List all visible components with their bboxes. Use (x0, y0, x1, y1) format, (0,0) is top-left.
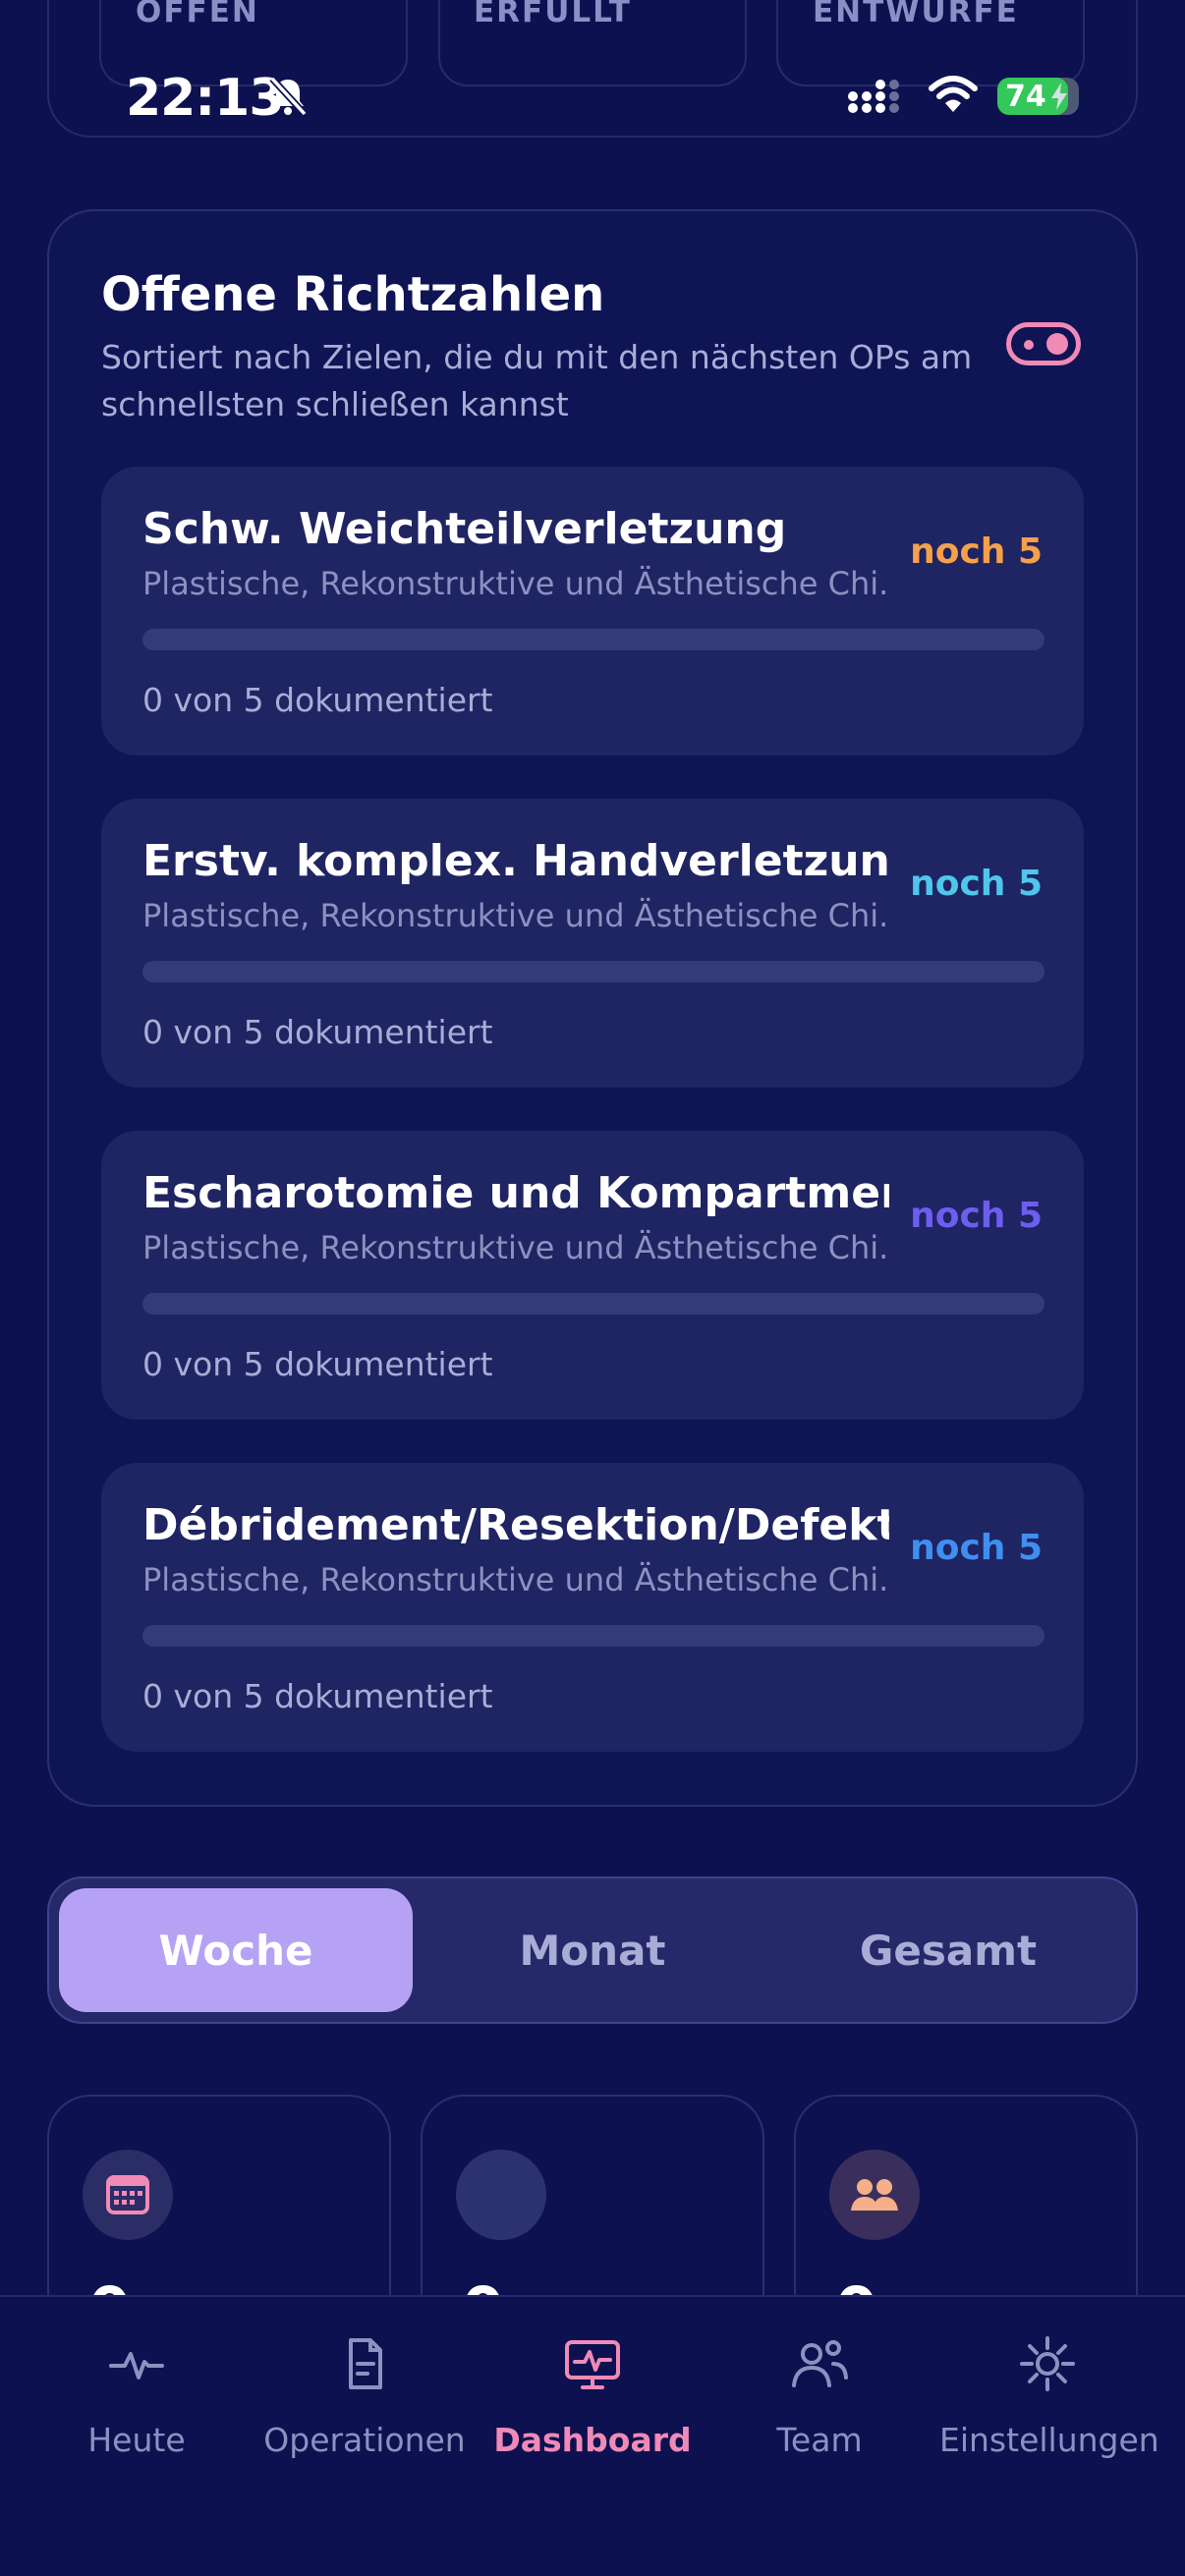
goal-card[interactable]: Débridement/Resektion/Defektd.... Plasti… (101, 1463, 1084, 1752)
cellular-signal-icon (848, 80, 899, 113)
goal-progress-bar (142, 1293, 1044, 1315)
goal-remaining-badge: noch 5 (910, 864, 1043, 904)
goal-count: 0 von 5 dokumentiert (142, 1013, 493, 1051)
status-time: 22:13 (126, 69, 285, 128)
tab-label: Team (776, 2421, 863, 2459)
goal-subtitle: Plastische, Rekonstruktive und Ästhetisc… (142, 565, 889, 602)
tab-team[interactable]: Team (711, 2334, 928, 2462)
goal-remaining-badge: noch 5 (910, 1528, 1043, 1568)
charging-bolt-icon (1051, 83, 1067, 110)
stat-label-fulfilled: ERFÜLLT (474, 0, 632, 29)
toggle-dot-icon (1024, 340, 1034, 350)
goal-remaining-badge: noch 5 (910, 1196, 1043, 1236)
team-icon (792, 2340, 848, 2387)
goal-card[interactable]: Schw. Weichteilverletzung Plastische, Re… (101, 467, 1084, 756)
monitor-pulse-icon (565, 2340, 620, 2389)
tab-label: Operationen (263, 2421, 466, 2459)
section-subtitle: Sortiert nach Zielen, die du mit den näc… (101, 338, 973, 423)
tab-label: Einstellungen (939, 2421, 1159, 2459)
tab-heute[interactable]: Heute (28, 2334, 245, 2462)
goal-subtitle: Plastische, Rekonstruktive und Ästhetisc… (142, 1229, 889, 1266)
section-title: Offene Richtzahlen (101, 267, 605, 322)
goal-card[interactable]: Escharotomie und Kompartments... Plastis… (101, 1131, 1084, 1420)
bell-muted-icon (269, 76, 308, 117)
document-icon (349, 2338, 382, 2389)
goal-progress-bar (142, 629, 1044, 650)
segment-total[interactable]: Gesamt (771, 1888, 1125, 2012)
tab-einstellungen[interactable]: Einstellungen (939, 2334, 1159, 2462)
blank-icon (456, 2150, 546, 2240)
goal-count: 0 von 5 dokumentiert (142, 681, 493, 719)
tab-operationen[interactable]: Operationen (256, 2334, 473, 2462)
goal-progress-bar (142, 961, 1044, 982)
goal-progress-bar (142, 1625, 1044, 1647)
people-icon (829, 2150, 920, 2240)
segment-month[interactable]: Monat (416, 1888, 769, 2012)
toggle-knob-icon (1046, 333, 1068, 355)
goal-subtitle: Plastische, Rekonstruktive und Ästhetisc… (142, 897, 889, 934)
goal-card[interactable]: Erstv. komplex. Handverletzung/A... Plas… (101, 799, 1084, 1088)
calendar-icon (83, 2150, 173, 2240)
stat-label-drafts: ENTWÜRFE (813, 0, 1019, 29)
goal-count: 0 von 5 dokumentiert (142, 1345, 493, 1383)
stat-label-open: OFFEN (136, 0, 259, 29)
tab-label: Dashboard (493, 2421, 692, 2459)
gear-icon (1020, 2336, 1075, 2391)
sort-toggle[interactable] (1006, 322, 1081, 365)
goal-title: Escharotomie und Kompartments... (142, 1168, 889, 1218)
goal-title: Débridement/Resektion/Defektd.... (142, 1500, 889, 1550)
pulse-icon (109, 2352, 164, 2380)
goal-subtitle: Plastische, Rekonstruktive und Ästhetisc… (142, 1561, 889, 1598)
goal-title: Erstv. komplex. Handverletzung/A... (142, 836, 889, 886)
tab-label: Heute (87, 2421, 186, 2459)
goal-remaining-badge: noch 5 (910, 532, 1043, 572)
tab-dashboard[interactable]: Dashboard (484, 2334, 701, 2462)
wifi-icon (929, 76, 978, 112)
segment-week[interactable]: Woche (59, 1888, 413, 2012)
goal-title: Schw. Weichteilverletzung (142, 504, 787, 554)
goal-count: 0 von 5 dokumentiert (142, 1677, 493, 1715)
